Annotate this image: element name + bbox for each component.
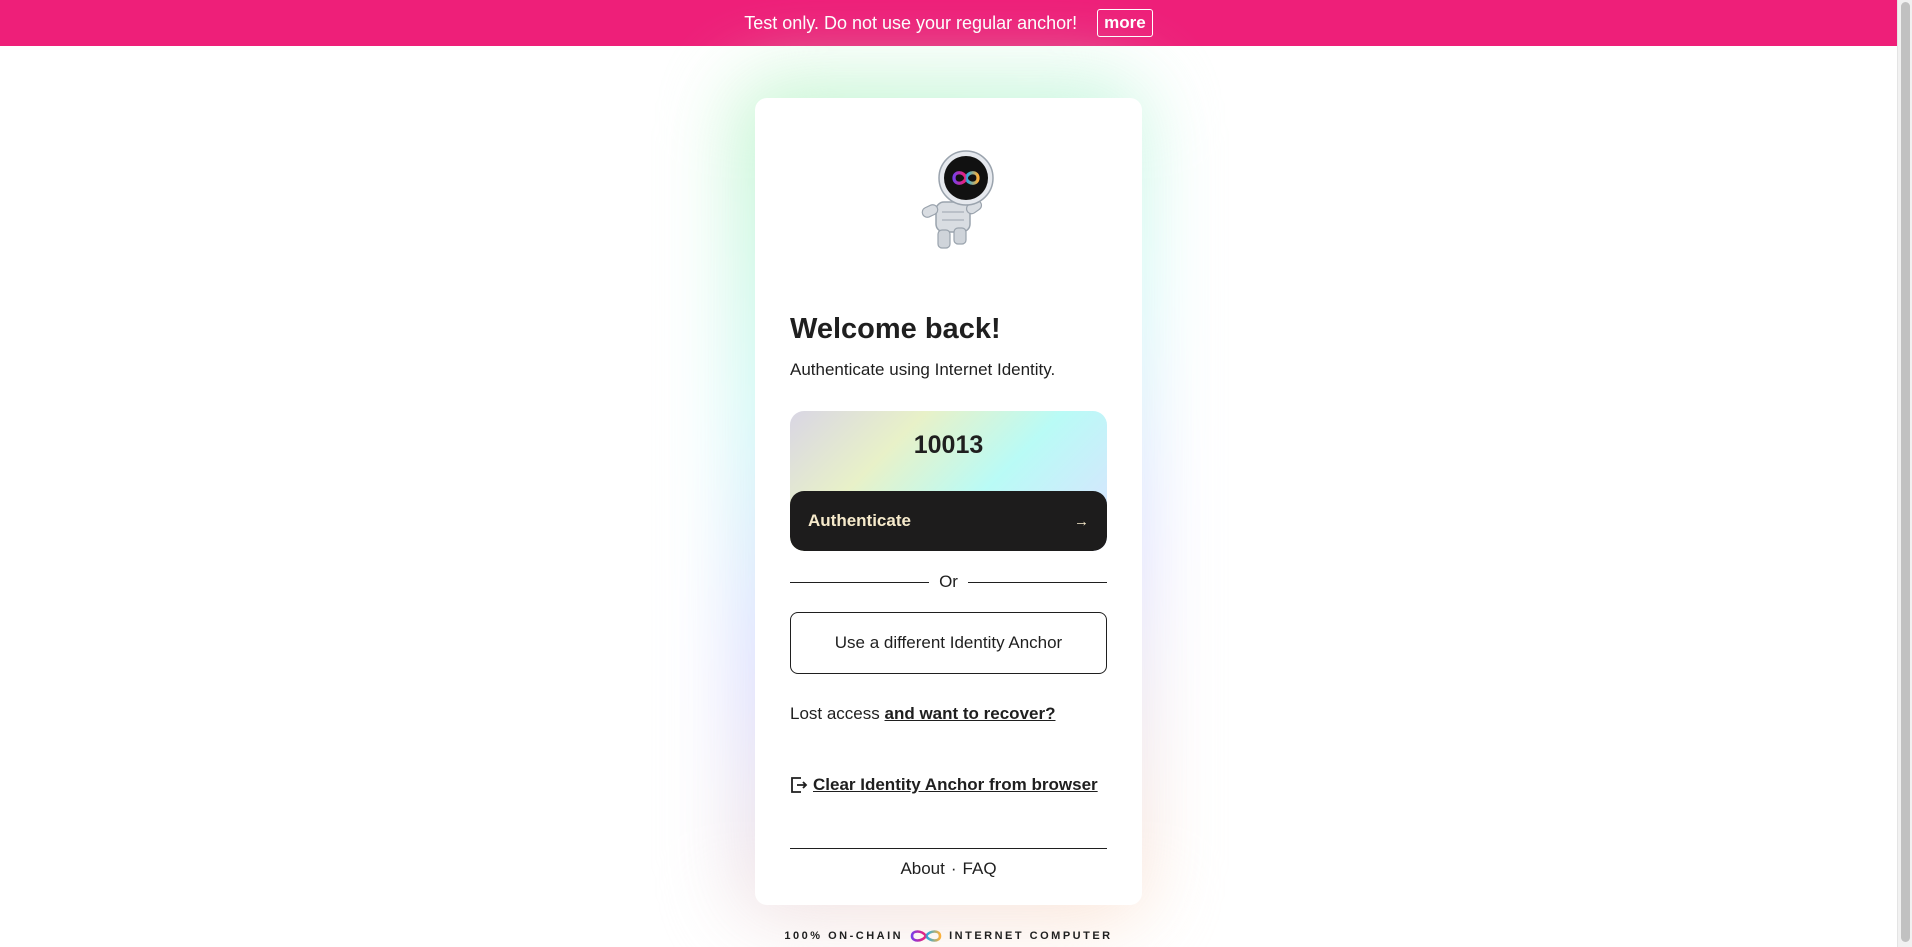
clear-anchor-label: Clear Identity Anchor from browser	[813, 775, 1098, 794]
test-banner: Test only. Do not use your regular ancho…	[0, 0, 1897, 46]
scrollbar-thumb[interactable]	[1901, 2, 1910, 942]
onchain-left-text: 100% ON-CHAIN	[784, 930, 904, 942]
use-different-anchor-button[interactable]: Use a different Identity Anchor	[790, 612, 1107, 674]
card-footer: About · FAQ	[790, 859, 1107, 879]
logout-icon	[791, 777, 808, 793]
clear-anchor-link[interactable]: Clear Identity Anchor from browser	[790, 775, 1098, 795]
anchor-number: 10013	[913, 431, 984, 459]
arrow-right-icon: →	[1074, 512, 1089, 530]
astronaut-infinity-icon	[921, 150, 994, 249]
onchain-right-text: INTERNET COMPUTER	[949, 930, 1113, 942]
lost-access-text: Lost access and want to recover?	[790, 704, 1055, 724]
footer-divider	[790, 848, 1107, 849]
divider-line	[967, 581, 1108, 583]
or-divider: Or	[790, 572, 1108, 592]
onchain-badge: 100% ON-CHAIN INTERNET COMPUTER	[0, 928, 1897, 944]
login-card: Welcome back! Authenticate using Interne…	[755, 98, 1142, 905]
divider-line	[790, 581, 930, 583]
banner-message: Test only. Do not use your regular ancho…	[744, 12, 1078, 33]
identity-anchor-card: 10013 Authenticate →	[790, 411, 1107, 551]
or-label: Or	[939, 572, 958, 591]
page-title: Welcome back!	[790, 313, 1001, 345]
page-scrollbar[interactable]	[1897, 0, 1912, 947]
recover-link[interactable]: and want to recover?	[885, 704, 1056, 723]
lost-access-label: Lost access	[790, 704, 880, 723]
faq-link[interactable]: FAQ	[963, 859, 997, 878]
footer-separator: ·	[950, 859, 957, 878]
more-button[interactable]: more	[1097, 9, 1153, 37]
page-subtitle: Authenticate using Internet Identity.	[790, 360, 1056, 379]
about-link[interactable]: About	[900, 859, 944, 878]
infinity-logo-icon	[910, 930, 942, 942]
authenticate-label: Authenticate	[808, 511, 911, 530]
authenticate-button[interactable]: Authenticate →	[790, 491, 1107, 551]
